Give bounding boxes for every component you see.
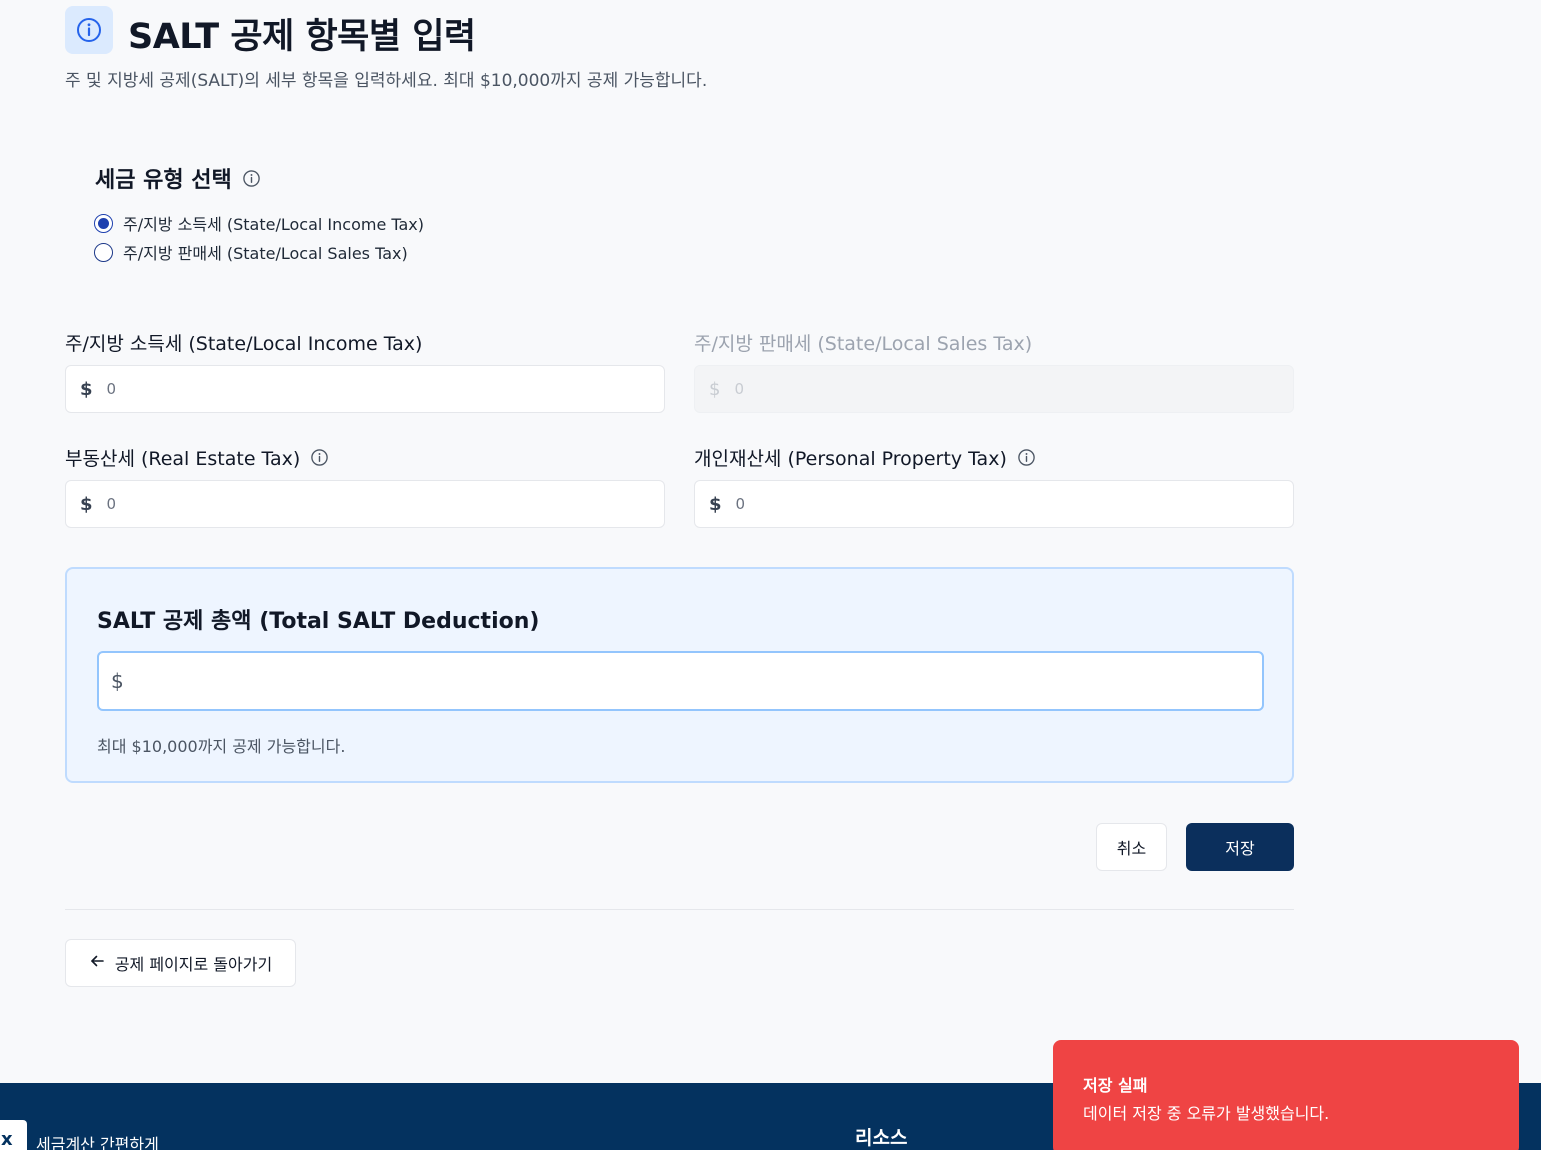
sales-tax-input: $ 0 — [694, 365, 1294, 413]
radio-label-income-tax: 주/지방 소득세 (State/Local Income Tax) — [123, 215, 425, 234]
real-estate-tax-value[interactable]: 0 — [107, 495, 117, 513]
dollar-sign: $ — [709, 493, 722, 515]
footer-logo[interactable]: x — [0, 1120, 27, 1150]
radio-label-sales-tax: 주/지방 판매세 (State/Local Sales Tax) — [123, 244, 408, 263]
income-tax-label-text: 주/지방 소득세 (State/Local Income Tax) — [65, 333, 423, 355]
sales-tax-label-text: 주/지방 판매세 (State/Local Sales Tax) — [694, 333, 1033, 355]
info-icon[interactable] — [1017, 448, 1036, 467]
real-estate-tax-label: 부동산세 (Real Estate Tax) — [65, 444, 329, 471]
header-info-icon — [65, 6, 113, 54]
radio-sales-tax[interactable]: 주/지방 판매세 (State/Local Sales Tax) — [94, 240, 408, 264]
dollar-sign: $ — [111, 669, 124, 693]
back-button-label: 공제 페이지로 돌아가기 — [114, 955, 273, 974]
total-salt-note: 최대 $10,000까지 공제 가능합니다. — [97, 737, 346, 756]
dollar-sign: $ — [80, 493, 93, 515]
sales-tax-label: 주/지방 판매세 (State/Local Sales Tax) — [694, 329, 1032, 356]
real-estate-tax-label-text: 부동산세 (Real Estate Tax) — [65, 448, 301, 470]
personal-property-tax-label-text: 개인재산세 (Personal Property Tax) — [694, 448, 1007, 470]
total-salt-panel: SALT 공제 총액 (Total SALT Deduction) $ 최대 $… — [65, 567, 1294, 783]
radio-button-unselected[interactable] — [94, 242, 113, 262]
total-salt-title: SALT 공제 총액 (Total SALT Deduction) — [97, 609, 540, 634]
footer-tagline: 세금계산 간편하게 — [36, 1135, 159, 1150]
radio-button-selected[interactable] — [94, 213, 113, 233]
page-subtitle: 주 및 지방세 공제(SALT)의 세부 항목을 입력하세요. 최대 $10,0… — [65, 71, 708, 91]
cancel-button[interactable]: 취소 — [1096, 823, 1167, 871]
toast-message: 데이터 저장 중 오류가 발생했습니다. — [1083, 1104, 1330, 1123]
income-tax-input[interactable]: $ 0 — [65, 365, 665, 413]
dollar-sign: $ — [709, 378, 721, 400]
save-button[interactable]: 저장 — [1186, 823, 1294, 871]
back-to-deductions-button[interactable]: 공제 페이지로 돌아가기 — [65, 939, 296, 987]
info-icon[interactable] — [242, 169, 261, 188]
personal-property-tax-value[interactable]: 0 — [736, 495, 746, 513]
tax-type-title: 세금 유형 선택 — [95, 168, 232, 193]
page-title: SALT 공제 항목별 입력 — [128, 17, 476, 57]
tax-type-heading: 세금 유형 선택 — [95, 162, 261, 194]
divider — [65, 909, 1294, 910]
sales-tax-value: 0 — [734, 380, 744, 398]
real-estate-tax-input[interactable]: $ 0 — [65, 480, 665, 528]
income-tax-value[interactable]: 0 — [107, 380, 117, 398]
arrow-left-icon — [89, 953, 105, 973]
toast-title: 저장 실패 — [1083, 1076, 1148, 1095]
personal-property-tax-input[interactable]: $ 0 — [694, 480, 1294, 528]
dollar-sign: $ — [80, 378, 93, 400]
info-icon[interactable] — [310, 448, 329, 467]
radio-income-tax[interactable]: 주/지방 소득세 (State/Local Income Tax) — [94, 211, 424, 235]
personal-property-tax-label: 개인재산세 (Personal Property Tax) — [694, 444, 1036, 471]
total-salt-input[interactable]: $ — [97, 651, 1264, 711]
error-toast[interactable]: 저장 실패 데이터 저장 중 오류가 발생했습니다. — [1053, 1040, 1519, 1150]
footer-resources-heading: 리소스 — [855, 1127, 908, 1149]
income-tax-label: 주/지방 소득세 (State/Local Income Tax) — [65, 329, 422, 356]
